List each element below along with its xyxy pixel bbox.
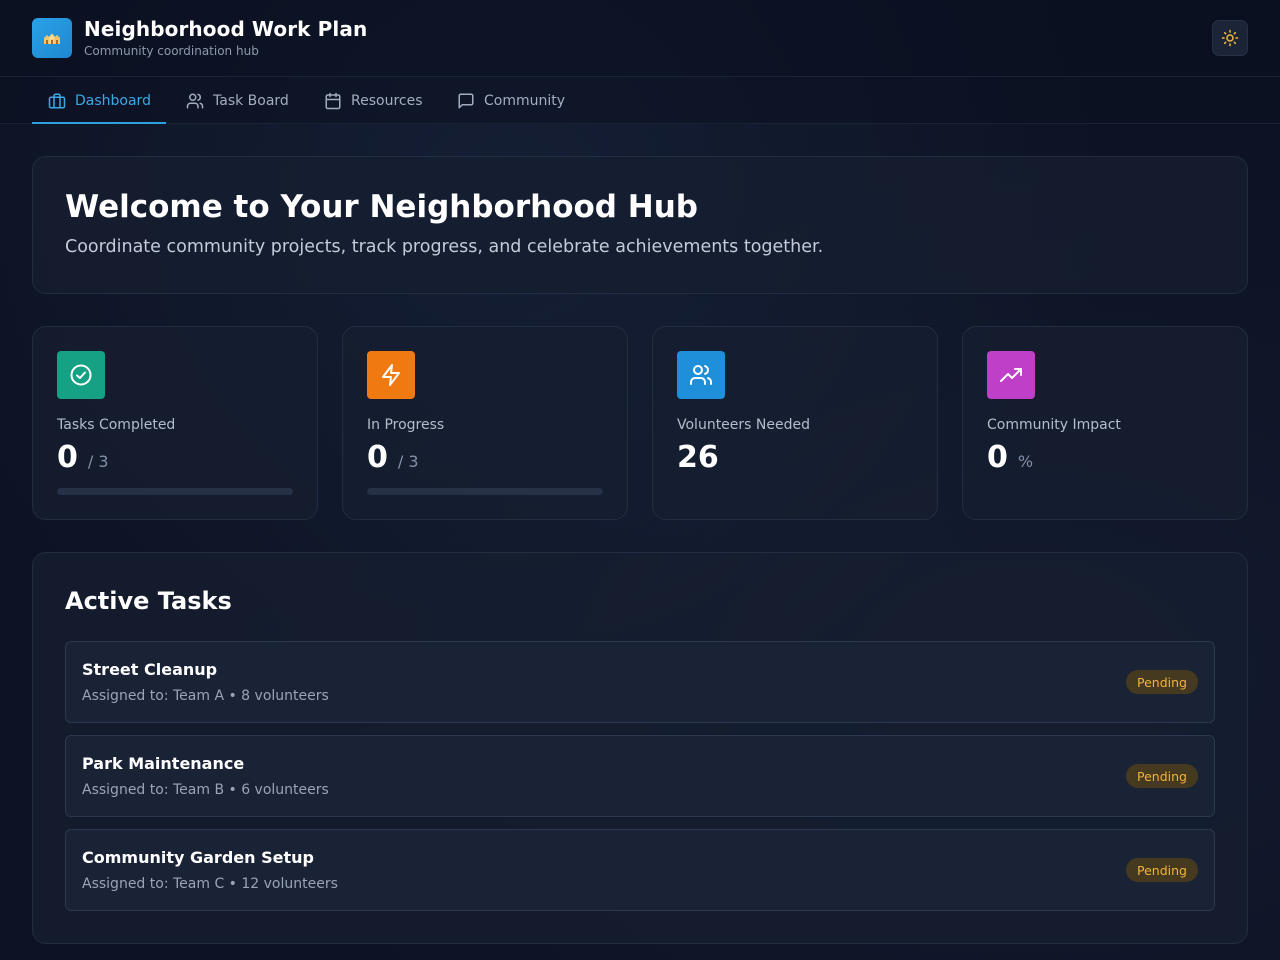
houses-icon [44,33,60,44]
welcome-card: Welcome to Your Neighborhood Hub Coordin… [32,156,1248,294]
status-badge: Pending [1126,764,1198,788]
progress-bar [57,488,293,495]
chat-icon [458,93,474,108]
stat-card-in-progress: In Progress 0 / 3 [342,326,628,520]
task-meta: Assigned to: Team B • 6 volunteers [82,782,329,798]
stat-value-row: 0 / 3 [57,440,109,475]
stat-suffix: % [1017,452,1034,471]
stat-card-volunteers-needed: Volunteers Needed 26 [652,326,938,520]
users-icon [186,93,204,108]
tab-label: Task Board [213,92,289,109]
stat-icon-box [987,351,1035,399]
stat-icon-box [367,351,415,399]
stat-label: Tasks Completed [57,417,176,433]
task-name: Park Maintenance [82,754,245,773]
stat-icon-box [57,351,105,399]
trending-up-icon [1000,368,1022,382]
app-logo [32,18,72,58]
welcome-subtitle: Coordinate community projects, track pro… [65,237,824,257]
section-title: Active Tasks [65,587,232,615]
welcome-title: Welcome to Your Neighborhood Hub [65,189,698,225]
app-header: Neighborhood Work Plan Community coordin… [0,0,1280,77]
task-name: Community Garden Setup [82,848,314,867]
stat-label: In Progress [367,417,445,433]
tab-task-board[interactable]: Task Board [186,77,289,124]
task-item-community-garden-setup[interactable]: Community Garden Setup Assigned to: Team… [65,829,1215,911]
task-item-park-maintenance[interactable]: Park Maintenance Assigned to: Team B • 6… [65,735,1215,817]
stat-suffix: / 3 [397,452,419,471]
stat-value: 0 [987,440,1008,475]
tab-label: Community [484,92,566,109]
app-title: Neighborhood Work Plan [84,17,368,41]
progress-bar [367,488,603,495]
stat-value-row: 0 / 3 [367,440,419,475]
status-badge: Pending [1126,670,1198,694]
stat-value-row: 26 [677,440,719,475]
check-circle-icon [70,364,92,386]
calendar-icon [325,92,341,109]
task-item-street-cleanup[interactable]: Street Cleanup Assigned to: Team A • 8 v… [65,641,1215,723]
app-subtitle: Community coordination hub [84,44,259,58]
stat-suffix: / 3 [87,452,109,471]
lightning-icon [382,364,400,386]
tab-community[interactable]: Community [457,77,565,124]
users-icon [690,365,712,385]
task-name: Street Cleanup [82,660,218,679]
tab-resources[interactable]: Resources [324,77,423,124]
active-tasks-panel: Active Tasks Street Cleanup Assigned to:… [32,552,1248,944]
stat-value-row: 0 % [987,440,1033,475]
main-nav: Dashboard Task Board Resources Community [0,77,1280,124]
stat-label: Community Impact [987,417,1121,433]
stat-icon-box [677,351,725,399]
stat-value: 0 [367,440,388,475]
stat-value: 26 [677,440,719,475]
task-meta: Assigned to: Team C • 12 volunteers [82,876,338,892]
tab-dashboard[interactable]: Dashboard [32,77,166,124]
briefcase-icon [48,93,66,108]
stat-label: Volunteers Needed [677,417,810,433]
sun-icon [1221,29,1239,47]
stat-card-community-impact: Community Impact 0 % [962,326,1248,520]
status-badge: Pending [1126,858,1198,882]
stat-value: 0 [57,440,78,475]
stat-card-tasks-completed: Tasks Completed 0 / 3 [32,326,318,520]
tab-label: Dashboard [75,92,151,109]
task-meta: Assigned to: Team A • 8 volunteers [82,688,329,704]
theme-toggle-button[interactable] [1212,20,1248,56]
tab-label: Resources [351,92,423,109]
